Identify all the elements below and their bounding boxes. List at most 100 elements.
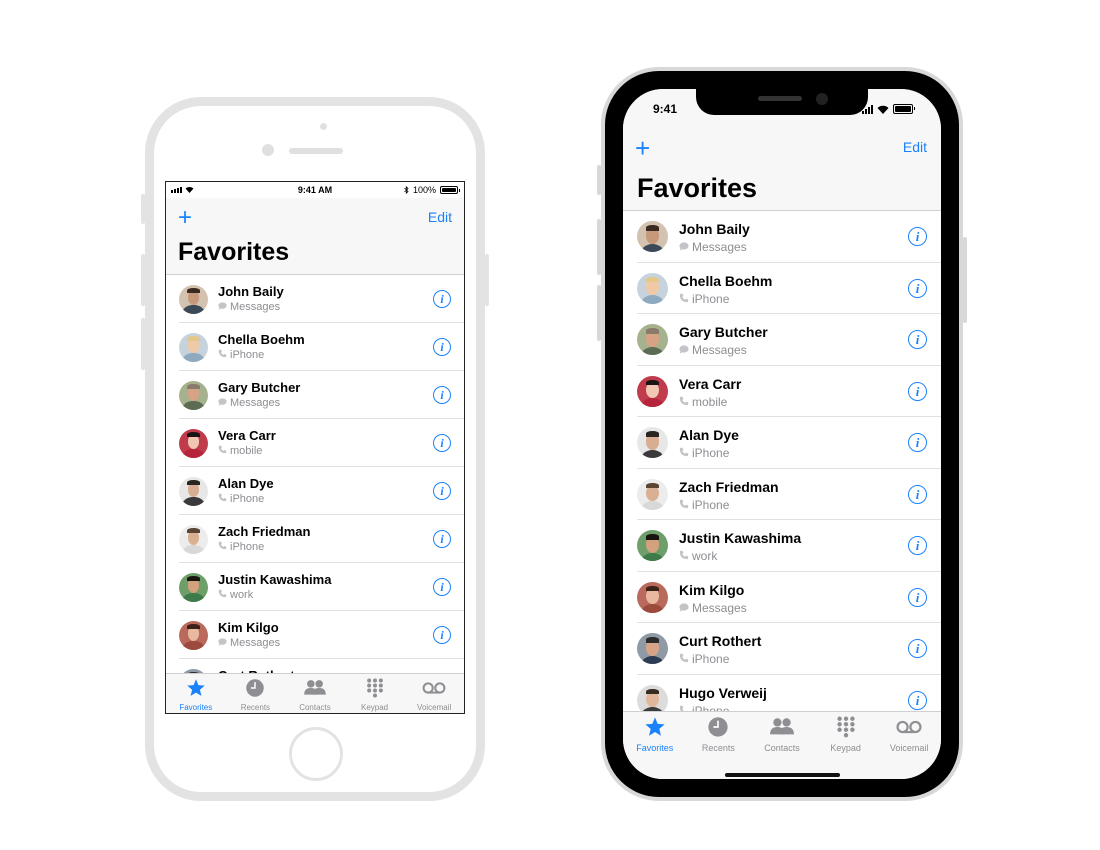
contact-type-label: iPhone <box>692 652 730 666</box>
contact-row[interactable]: Justin Kawashima work i <box>623 520 941 572</box>
phone-icon <box>218 445 227 457</box>
tab-recents[interactable]: Recents <box>687 712 751 779</box>
contact-type: work <box>679 549 717 563</box>
avatar-hair <box>645 379 660 386</box>
contact-name: John Baily <box>218 284 284 299</box>
info-button[interactable]: i <box>433 578 451 596</box>
avatar <box>179 380 208 410</box>
home-button[interactable] <box>289 727 343 781</box>
contact-type: Messages <box>218 397 280 409</box>
notch <box>696 89 868 115</box>
contact-row[interactable]: Kim Kilgo Messages i <box>166 611 464 659</box>
info-button[interactable]: i <box>433 290 451 308</box>
contacts-icon <box>770 718 794 735</box>
contact-row[interactable]: Zach Friedman iPhone i <box>166 515 464 563</box>
tab-recents[interactable]: Recents <box>226 674 286 713</box>
contact-row[interactable]: Justin Kawashima work i <box>166 563 464 611</box>
contact-type-label: iPhone <box>230 541 265 553</box>
tab-label: Favorites <box>179 703 213 712</box>
volume-down-button <box>597 285 601 341</box>
contact-type: iPhone <box>679 652 729 666</box>
battery-icon <box>440 186 460 194</box>
contact-name: Vera Carr <box>679 375 742 392</box>
add-favorite-button[interactable]: + <box>635 133 650 164</box>
avatar-hair <box>645 637 660 643</box>
contact-row[interactable]: Zach Friedman iPhone i <box>623 469 941 520</box>
avatar-shoulders <box>182 449 205 458</box>
info-button[interactable]: i <box>433 530 451 548</box>
keypad-icon <box>366 678 383 698</box>
tab-contacts[interactable]: Contacts <box>285 674 345 713</box>
avatar <box>637 478 668 510</box>
page-title: Favorites <box>178 238 290 266</box>
message-bubble-icon <box>218 397 227 409</box>
info-button[interactable]: i <box>908 587 927 607</box>
tab-bar: Favorites Recents Contacts Keypad Voicemail <box>166 673 464 713</box>
avatar <box>637 221 668 253</box>
bluetooth-icon <box>404 186 409 194</box>
info-button[interactable]: i <box>908 484 927 504</box>
contact-row[interactable]: John Baily Messages i <box>166 275 464 323</box>
contact-row[interactable]: Kim Kilgo Messages i <box>623 572 941 623</box>
tab-favorites[interactable]: Favorites <box>166 674 226 713</box>
contact-name: Zach Friedman <box>218 524 311 539</box>
contact-type-label: iPhone <box>230 349 265 361</box>
avatar <box>637 530 668 562</box>
contact-row[interactable]: Curt RothertiPhonei <box>623 623 941 675</box>
edit-button[interactable]: Edit <box>428 209 452 225</box>
tab-favorites[interactable]: Favorites <box>623 712 687 779</box>
avatar-shoulders <box>182 545 205 554</box>
info-button[interactable]: i <box>433 434 451 452</box>
info-button[interactable]: i <box>433 338 451 356</box>
edit-button[interactable]: Edit <box>903 139 927 155</box>
page-title: Favorites <box>637 173 758 203</box>
device-mockups: 9:41 AM 100% + Edit Favorites John Baily… <box>0 0 1100 850</box>
tab-voicemail[interactable]: Voicemail <box>877 712 941 779</box>
info-button[interactable]: i <box>908 381 927 401</box>
contact-name: Justin Kawashima <box>218 572 332 587</box>
info-button[interactable]: i <box>908 433 927 453</box>
avatar <box>179 620 208 650</box>
info-button[interactable]: i <box>908 639 927 659</box>
avatar-hair <box>645 534 660 540</box>
avatar <box>637 272 668 304</box>
info-button[interactable]: i <box>908 278 927 298</box>
contact-row[interactable]: Vera Carr mobile i <box>623 366 941 417</box>
contact-row[interactable]: Vera Carr mobile i <box>166 419 464 467</box>
info-button[interactable]: i <box>908 330 927 350</box>
contact-name: Kim Kilgo <box>679 581 745 598</box>
voicemail-icon <box>896 720 922 734</box>
contact-row[interactable]: Hugo Verweij iPhone i <box>623 675 941 711</box>
contact-row[interactable]: Chella Boehm iPhone i <box>623 263 941 314</box>
favorites-list: John Baily Messages i Chella Boehm iPhone i Ga… <box>166 275 464 674</box>
avatar-shoulders <box>182 497 205 506</box>
info-button[interactable]: i <box>908 690 927 710</box>
tab-keypad[interactable]: Keypad <box>345 674 405 713</box>
avatar-shoulders <box>182 401 205 410</box>
tab-keypad[interactable]: Keypad <box>814 712 878 779</box>
contact-row[interactable]: Gary Butcher Messages i <box>166 371 464 419</box>
contact-row[interactable]: Chella Boehm iPhone i <box>166 323 464 371</box>
phone-icon <box>679 498 689 512</box>
info-button[interactable]: i <box>433 386 451 404</box>
info-button[interactable]: i <box>908 227 927 247</box>
contact-row[interactable]: Curt RothertiPhonei <box>166 659 464 674</box>
contact-row[interactable]: Alan Dye iPhone i <box>623 417 941 469</box>
contact-row[interactable]: Gary Butcher Messages i <box>623 314 941 366</box>
info-button[interactable]: i <box>433 482 451 500</box>
contact-row[interactable]: John Baily Messages i <box>623 211 941 263</box>
volume-up-button <box>141 254 145 306</box>
volume-down-button <box>141 318 145 370</box>
tab-voicemail[interactable]: Voicemail <box>404 674 464 713</box>
front-camera <box>262 144 274 156</box>
contact-row[interactable]: Alan Dye iPhone i <box>166 467 464 515</box>
info-button[interactable]: i <box>908 536 927 556</box>
star-icon <box>645 717 665 736</box>
add-favorite-button[interactable]: + <box>178 204 192 232</box>
contact-name: John Baily <box>679 221 750 237</box>
tab-contacts[interactable]: Contacts <box>750 712 814 779</box>
info-button[interactable]: i <box>433 626 451 644</box>
contact-type: iPhone <box>679 446 729 460</box>
message-bubble-icon <box>679 240 689 254</box>
contact-type-label: iPhone <box>692 497 730 512</box>
